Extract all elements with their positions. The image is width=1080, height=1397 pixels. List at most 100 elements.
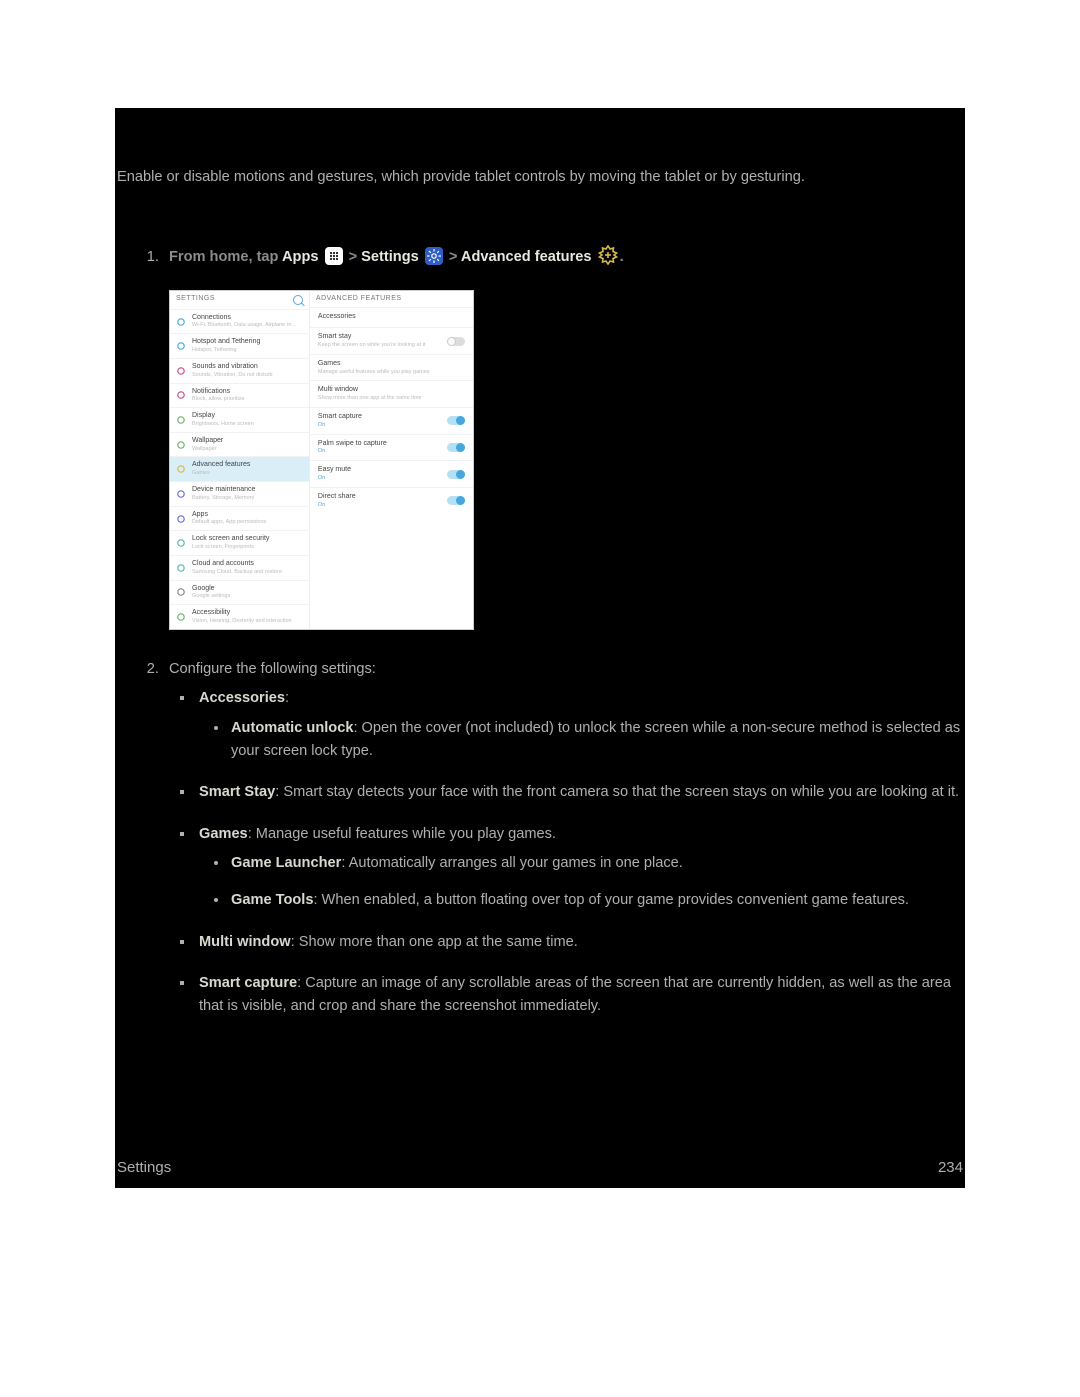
advanced-row-left: GamesManage useful features while you pl… (318, 360, 430, 376)
advanced-right-pane: ADVANCED FEATURES Accessories Smart stayK… (310, 291, 473, 629)
row-sub: Hotspot, Tethering (192, 347, 260, 354)
row-texts: Hotspot and TetheringHotspot, Tethering (192, 338, 260, 354)
games-sub: Game Launcher: Automatically arranges al… (199, 852, 965, 913)
page-footer: Settings 234 (117, 1156, 963, 1180)
row-texts: AccessibilityVision, Hearing, Dexterity … (192, 609, 292, 625)
toggle-switch (447, 337, 465, 346)
row-icon (176, 341, 186, 351)
advanced-row: Smart captureOn (310, 407, 473, 434)
accessories-label: Accessories (199, 690, 285, 706)
advanced-row: GamesManage useful features while you pl… (310, 354, 473, 381)
advanced-row-left: Accessories (318, 313, 356, 322)
settings-row: GoogleGoogle settings (170, 580, 309, 605)
advanced-row-left: Multi windowShow more than one app at th… (318, 386, 422, 402)
footer-section: Settings (117, 1156, 171, 1180)
row-sub: Wallpaper (192, 446, 223, 453)
row-title: Lock screen and security (192, 535, 269, 544)
game-tools-label: Game Tools (231, 892, 313, 908)
advanced-row-sub: On (318, 502, 356, 509)
settings-screenshot: SETTINGS ConnectionsWi-Fi, Bluetooth, Da… (169, 290, 474, 630)
footer-page-number: 234 (938, 1156, 963, 1180)
row-icon (176, 587, 186, 597)
settings-row: Advanced featuresGames (170, 456, 309, 481)
step1-sep1: > (349, 249, 362, 265)
row-title: Apps (192, 511, 266, 520)
step-1: From home, tap Apps > Settings > Advance… (163, 245, 965, 629)
settings-gear-icon (425, 247, 443, 265)
row-sub: Google settings (192, 593, 230, 600)
settings-row: DisplayBrightness, Home screen (170, 407, 309, 432)
advanced-features-icon (598, 245, 618, 265)
row-texts: Sounds and vibrationSounds, Vibration, D… (192, 363, 273, 379)
row-icon (176, 440, 186, 450)
row-sub: Default apps, App permissions (192, 519, 266, 526)
advanced-row-title: Smart capture (318, 413, 362, 422)
row-texts: Cloud and accountsSamsung Cloud, Backup … (192, 560, 282, 576)
advanced-row-title: Accessories (318, 313, 356, 322)
bullet-game-launcher: Game Launcher: Automatically arranges al… (229, 852, 965, 875)
smart-capture-label: Smart capture (199, 975, 297, 991)
row-title: Accessibility (192, 609, 292, 618)
toggle-switch (447, 470, 465, 479)
advanced-row-title: Palm swipe to capture (318, 440, 387, 449)
row-icon (176, 464, 186, 474)
bullet-games: Games: Manage useful features while you … (195, 823, 965, 913)
bullet-accessories: Accessories: Automatic unlock: Open the … (195, 687, 965, 763)
row-sub: Wi-Fi, Bluetooth, Data usage, Airplane m… (192, 322, 296, 329)
step1-prefix: From home, tap (169, 249, 282, 265)
row-texts: Advanced featuresGames (192, 461, 250, 477)
toggle-switch (447, 443, 465, 452)
settings-row: AccessibilityVision, Hearing, Dexterity … (170, 604, 309, 629)
games-text: : Manage useful features while you play … (248, 826, 556, 842)
step-1-line: From home, tap Apps > Settings > Advance… (169, 249, 624, 265)
settings-row: Cloud and accountsSamsung Cloud, Backup … (170, 555, 309, 580)
row-title: Wallpaper (192, 437, 223, 446)
row-sub: Block, allow, prioritize (192, 396, 245, 403)
row-texts: NotificationsBlock, allow, prioritize (192, 388, 245, 404)
advanced-row-sub: Manage useful features while you play ga… (318, 369, 430, 376)
settings-left-pane: SETTINGS ConnectionsWi-Fi, Bluetooth, Da… (170, 291, 310, 629)
advanced-row: Direct shareOn (310, 487, 473, 514)
advanced-row: Multi windowShow more than one app at th… (310, 380, 473, 407)
row-title: Advanced features (192, 461, 250, 470)
settings-row: Lock screen and securityLock screen, Fin… (170, 530, 309, 555)
settings-row: Device maintenanceBattery, Storage, Memo… (170, 481, 309, 506)
settings-row: WallpaperWallpaper (170, 432, 309, 457)
settings-row: ConnectionsWi-Fi, Bluetooth, Data usage,… (170, 309, 309, 334)
bullet-game-tools: Game Tools: When enabled, a button float… (229, 889, 965, 912)
advanced-header: ADVANCED FEATURES (310, 291, 473, 308)
advanced-row: Accessories (310, 307, 473, 327)
row-sub: Samsung Cloud, Backup and restore (192, 569, 282, 576)
row-icon (176, 563, 186, 573)
advanced-row-left: Easy muteOn (318, 466, 351, 482)
advanced-row-left: Smart captureOn (318, 413, 362, 429)
instruction-list: From home, tap Apps > Settings > Advance… (115, 245, 965, 1018)
advanced-row-title: Easy mute (318, 466, 351, 475)
settings-row: NotificationsBlock, allow, prioritize (170, 383, 309, 408)
step1-advanced: Advanced features (461, 249, 592, 265)
step1-apps: Apps (282, 249, 318, 265)
row-icon (176, 489, 186, 499)
accessories-sub: Automatic unlock: Open the cover (not in… (199, 717, 965, 764)
row-icon (176, 415, 186, 425)
advanced-row-sub: On (318, 422, 362, 429)
document-page: Enable or disable motions and gestures, … (115, 108, 965, 1188)
advanced-row-left: Smart stayKeep the screen on while you'r… (318, 333, 425, 349)
advanced-row: Smart stayKeep the screen on while you'r… (310, 327, 473, 354)
advanced-row-sub: On (318, 448, 387, 455)
advanced-row-sub: Show more than one app at the same time (318, 395, 422, 402)
advanced-row-title: Games (318, 360, 430, 369)
step1-settings: Settings (361, 249, 419, 265)
row-title: Connections (192, 314, 296, 323)
row-title: Google (192, 585, 230, 594)
row-sub: Brightness, Home screen (192, 421, 254, 428)
bullet-multi-window: Multi window: Show more than one app at … (195, 931, 965, 954)
bullet-smart-stay: Smart Stay: Smart stay detects your face… (195, 781, 965, 804)
row-texts: ConnectionsWi-Fi, Bluetooth, Data usage,… (192, 314, 296, 330)
row-texts: AppsDefault apps, App permissions (192, 511, 266, 527)
settings-header: SETTINGS (170, 291, 309, 309)
intro-paragraph: Enable or disable motions and gestures, … (115, 108, 965, 189)
row-icon (176, 366, 186, 376)
settings-row: Hotspot and TetheringHotspot, Tethering (170, 333, 309, 358)
game-tools-text: : When enabled, a button floating over t… (313, 892, 908, 908)
